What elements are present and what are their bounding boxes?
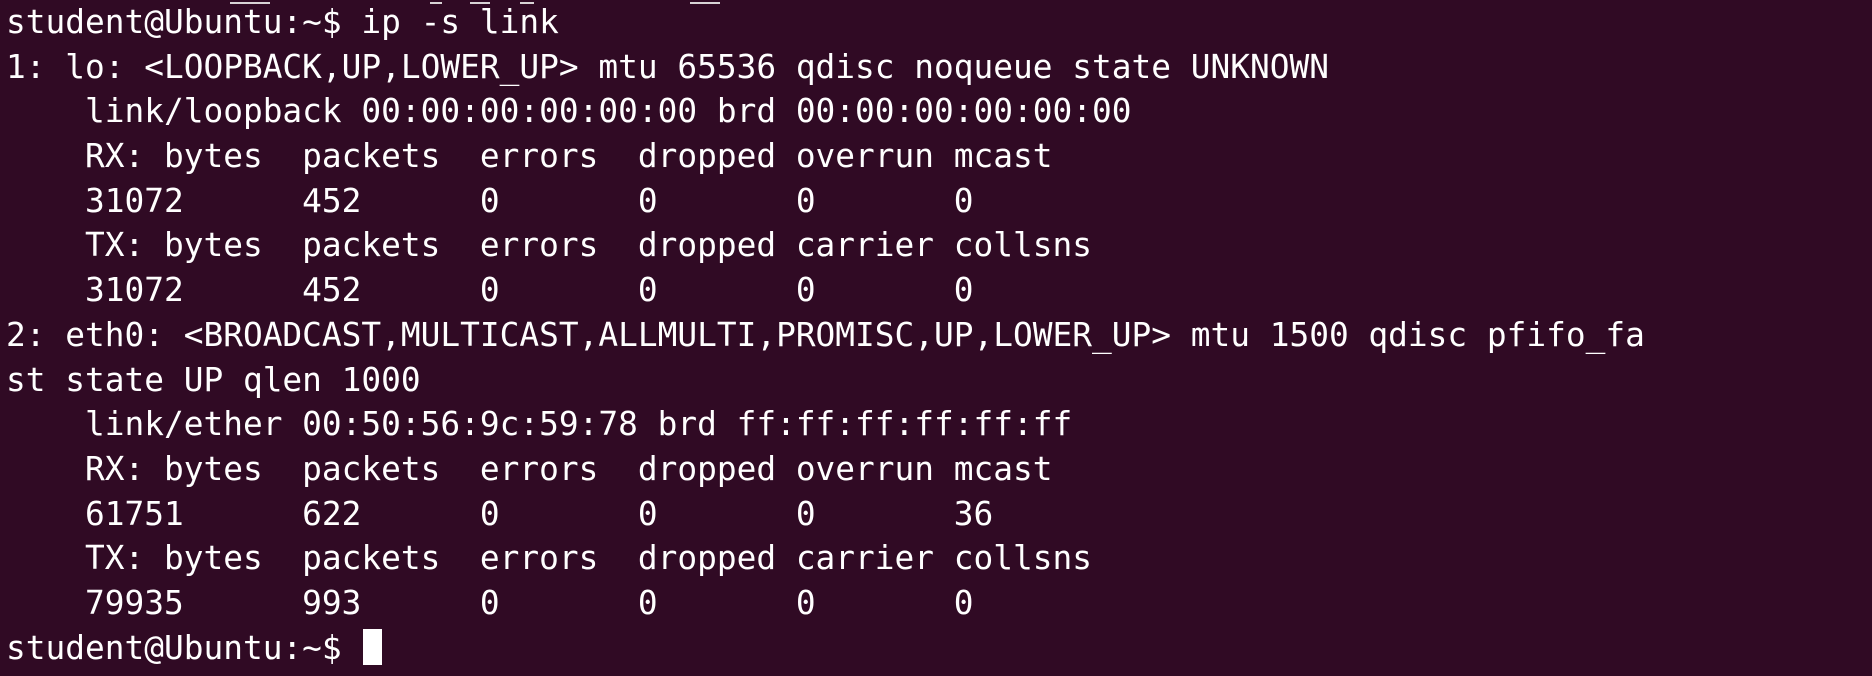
output-line-eth0-rx-header: RX: bytes packets errors dropped overrun… bbox=[6, 449, 1053, 488]
output-line-eth0-header-wrap: st state UP qlen 1000 bbox=[6, 360, 421, 399]
output-line-eth0-header: 2: eth0: <BROADCAST,MULTICAST,ALLMULTI,P… bbox=[6, 315, 1645, 354]
output-line-lo-link: link/loopback 00:00:00:00:00:00 brd 00:0… bbox=[6, 92, 1132, 131]
prompt-text: student@Ubuntu:~$ bbox=[6, 628, 362, 667]
output-line-lo-header: 1: lo: <LOOPBACK,UP,LOWER_UP> mtu 65536 … bbox=[6, 47, 1329, 86]
output-line-lo-rx-values: 31072 452 0 0 0 0 bbox=[6, 181, 974, 220]
output-line-eth0-tx-header: TX: bytes packets errors dropped carrier… bbox=[6, 539, 1092, 578]
prompt-line[interactable]: student@Ubuntu:~$ bbox=[6, 626, 1645, 671]
output-line-eth0-tx-values: 79935 993 0 0 0 0 bbox=[6, 583, 974, 622]
output-line-eth0-rx-values: 61751 622 0 0 0 36 bbox=[6, 494, 994, 533]
terminal-output: student@Ubuntu:~$ ip -s link 1: lo: <LOO… bbox=[6, 0, 1645, 670]
terminal-window[interactable]: student@Ubuntu:~$ ip -s link 1: lo: <LOO… bbox=[0, 0, 1872, 676]
output-line-lo-rx-header: RX: bytes packets errors dropped overrun… bbox=[6, 137, 1053, 176]
output-line-lo-tx-header: TX: bytes packets errors dropped carrier… bbox=[6, 226, 1092, 265]
output-line-lo-tx-values: 31072 452 0 0 0 0 bbox=[6, 271, 974, 310]
command-line: student@Ubuntu:~$ ip -s link bbox=[6, 3, 559, 41]
output-line-eth0-link: link/ether 00:50:56:9c:59:78 brd ff:ff:f… bbox=[6, 405, 1073, 444]
text-cursor bbox=[363, 628, 383, 665]
